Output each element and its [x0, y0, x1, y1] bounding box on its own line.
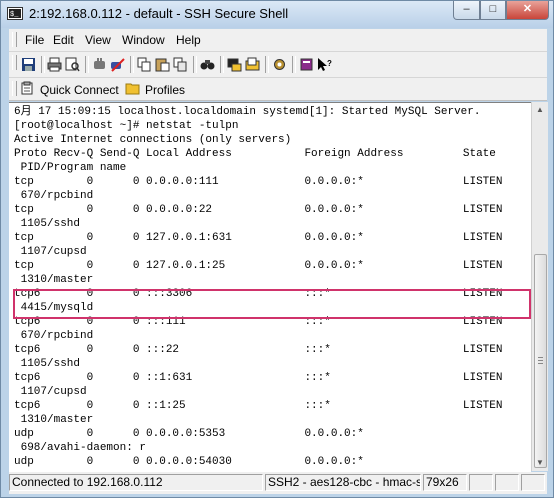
new-file-transfer-icon[interactable] — [244, 56, 261, 73]
terminal-line: 1107/cupsd — [14, 246, 87, 258]
save-icon[interactable] — [20, 56, 37, 73]
toolbar-separator — [85, 56, 89, 73]
status-panel-empty — [469, 474, 493, 491]
thumb-grip — [538, 360, 543, 361]
menu-edit[interactable]: Edit — [53, 33, 74, 47]
cipher-status: SSH2 - aes128-cbc - hmac-sha1 — [265, 474, 421, 491]
menu-help[interactable]: Help — [176, 33, 201, 47]
terminal-area[interactable]: 6月 17 15:09:15 localhost.localdomain sys… — [9, 102, 531, 472]
folder-icon — [125, 82, 140, 98]
connect-icon[interactable] — [91, 56, 108, 73]
terminal-output: 6月 17 15:09:15 localhost.localdomain sys… — [14, 105, 502, 469]
menubar-grip[interactable] — [12, 32, 17, 47]
thumb-grip — [538, 357, 543, 358]
minimize-button[interactable]: – — [453, 1, 480, 20]
terminal-line: PID/Program name — [14, 162, 127, 174]
status-panel-empty — [495, 474, 519, 491]
menu-view[interactable]: View — [85, 33, 111, 47]
paste-icon[interactable] — [154, 56, 171, 73]
mysql-highlight-box — [13, 289, 531, 319]
thumb-grip — [538, 363, 543, 364]
window-title: 2:192.168.0.112 - default - SSH Secure S… — [29, 6, 289, 21]
toolbar-separator — [292, 56, 296, 73]
terminal-line: 6月 17 15:09:15 localhost.localdomain sys… — [14, 106, 481, 118]
terminal-line: 698/avahi-daemon: r — [14, 442, 147, 454]
terminal-line: 1107/cupsd — [14, 386, 87, 398]
context-help-icon[interactable]: ? — [316, 56, 333, 73]
terminal-line: udp 0 0 0.0.0.0:5353 0.0.0.0:* — [14, 428, 364, 440]
terminal-line: tcp6 0 0 :::22 :::* LISTEN — [14, 344, 503, 356]
copy-icon[interactable] — [136, 56, 153, 73]
terminal-line: 1105/sshd — [14, 218, 81, 230]
quick-connect-icon — [21, 81, 35, 98]
print-preview-icon[interactable] — [64, 56, 81, 73]
maximize-button[interactable]: □ — [480, 1, 506, 20]
profiles-label: Profiles — [145, 82, 186, 97]
terminal-size-status: 79x26 — [423, 474, 467, 491]
svg-text:?: ? — [327, 59, 332, 68]
svg-text:$_: $_ — [10, 11, 19, 19]
terminal-line: tcp 0 0 127.0.0.1:25 0.0.0.0:* LISTEN — [14, 260, 503, 272]
title-bar[interactable]: $_ 2:192.168.0.112 - default - SSH Secur… — [1, 1, 553, 28]
terminal-line: 1310/master — [14, 414, 94, 426]
terminal-line: Active Internet connections (only server… — [14, 134, 292, 146]
terminal-line: 670/rpcbind — [14, 190, 94, 202]
quick-connect-bar: Quick Connect Profiles — [9, 78, 547, 101]
close-button[interactable]: ✕ — [506, 1, 549, 20]
menu-file[interactable]: File — [25, 33, 44, 47]
vertical-scrollbar[interactable]: ▲ ▼ — [531, 102, 548, 471]
status-panel-empty — [521, 474, 545, 491]
quick-connect-button[interactable]: Quick Connect — [21, 81, 119, 98]
connection-status: Connected to 192.168.0.112 — [9, 474, 263, 491]
scroll-up-arrow[interactable]: ▲ — [532, 102, 548, 118]
disconnect-icon[interactable] — [109, 56, 126, 73]
toolbar-separator — [41, 56, 45, 73]
print-icon[interactable] — [46, 56, 63, 73]
terminal-line: 1105/sshd — [14, 358, 81, 370]
toolbar-separator — [220, 56, 224, 73]
profiles-button[interactable]: Profiles — [125, 81, 185, 98]
toolbar-separator — [130, 56, 134, 73]
paste-files-icon[interactable] — [172, 56, 189, 73]
quickbar-grip[interactable] — [12, 81, 17, 96]
terminal-line: tcp 0 0 0.0.0.0:111 0.0.0.0:* LISTEN — [14, 176, 503, 188]
scrollbar-thumb[interactable] — [534, 254, 547, 468]
toolbar: ? — [9, 52, 547, 78]
terminal-line: Proto Recv-Q Send-Q Local Address Foreig… — [14, 148, 496, 160]
toolbar-separator — [193, 56, 197, 73]
terminal-line: tcp6 0 0 ::1:631 :::* LISTEN — [14, 372, 503, 384]
terminal-line: tcp 0 0 0.0.0.0:22 0.0.0.0:* LISTEN — [14, 204, 503, 216]
toolbar-separator — [265, 56, 269, 73]
terminal-line: 1310/master — [14, 274, 94, 286]
help-book-icon[interactable] — [298, 56, 315, 73]
menu-bar: File Edit View Window Help — [9, 29, 547, 52]
quick-connect-label: Quick Connect — [40, 82, 119, 97]
ssh-client-window: $_ 2:192.168.0.112 - default - SSH Secur… — [0, 0, 554, 498]
terminal-line: tcp 0 0 127.0.0.1:631 0.0.0.0:* LISTEN — [14, 232, 503, 244]
terminal-line: [root@localhost ~]# netstat -tulpn — [14, 120, 239, 132]
terminal-line: 670/rpcbind — [14, 330, 94, 342]
settings-icon[interactable] — [271, 56, 288, 73]
find-icon[interactable] — [199, 56, 216, 73]
scroll-down-arrow[interactable]: ▼ — [532, 455, 548, 471]
terminal-line: tcp6 0 0 ::1:25 :::* LISTEN — [14, 400, 503, 412]
menu-window[interactable]: Window — [122, 33, 165, 47]
terminal-line: udp 0 0 0.0.0.0:54030 0.0.0.0:* — [14, 456, 364, 468]
terminal-app-icon[interactable]: $_ — [7, 6, 23, 22]
new-terminal-icon[interactable] — [226, 56, 243, 73]
toolbar-grip[interactable] — [12, 55, 17, 70]
status-bar: Connected to 192.168.0.112 SSH2 - aes128… — [9, 472, 547, 494]
